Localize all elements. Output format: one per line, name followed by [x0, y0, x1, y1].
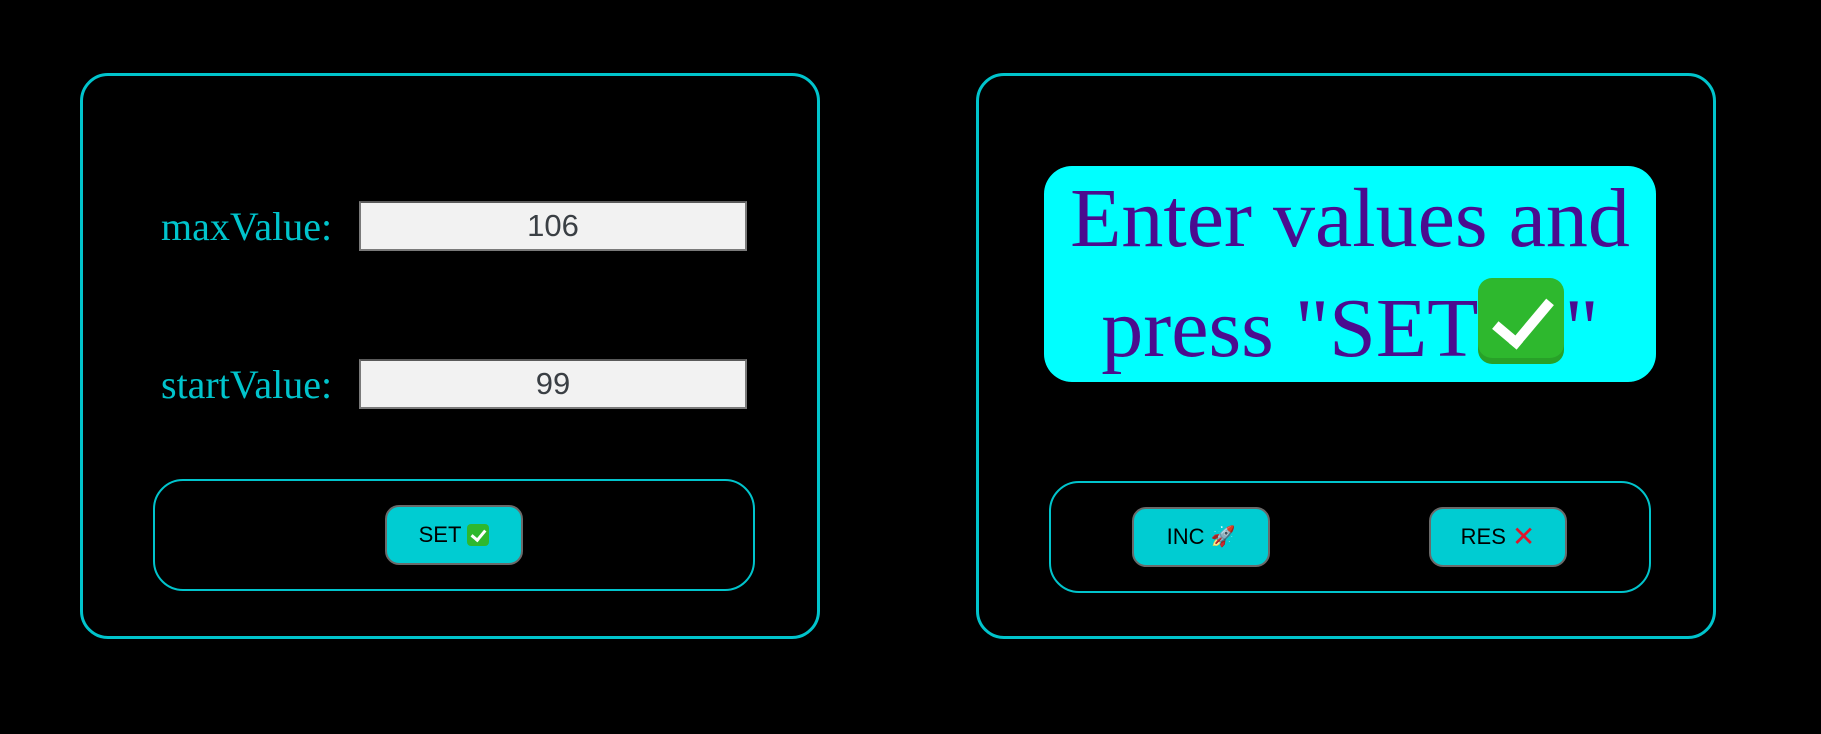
- set-button[interactable]: SET: [385, 505, 523, 565]
- start-value-label: startValue:: [161, 361, 333, 407]
- max-value-label: maxValue:: [161, 203, 333, 249]
- res-button[interactable]: RES ✕: [1429, 507, 1567, 567]
- start-value-row: startValue:: [161, 359, 747, 409]
- start-value-input[interactable]: [359, 359, 747, 409]
- counter-display: Enter values and press "SET ": [1044, 166, 1656, 382]
- inc-button-label: INC: [1166, 524, 1205, 549]
- res-button-label: RES: [1460, 524, 1506, 549]
- check-mark-icon: [1478, 278, 1565, 364]
- counter-message: Enter values and press "SET ": [1070, 164, 1630, 384]
- message-line-2-suffix: ": [1564, 282, 1599, 375]
- set-button-label: SET: [418, 522, 462, 547]
- inc-button[interactable]: INC 🚀: [1132, 507, 1270, 567]
- max-value-row: maxValue:: [161, 201, 747, 251]
- check-mark-icon: [467, 524, 490, 546]
- app-page: maxValue: startValue: SET Enter values a…: [0, 0, 1821, 734]
- message-line-2-prefix: press "SET: [1101, 282, 1479, 375]
- counter-button-bar: INC 🚀 RES ✕: [1049, 481, 1651, 593]
- settings-panel: maxValue: startValue: SET: [80, 73, 820, 639]
- max-value-input[interactable]: [359, 201, 747, 251]
- rocket-icon: 🚀: [1210, 526, 1236, 548]
- settings-button-bar: SET: [153, 479, 755, 591]
- counter-panel: Enter values and press "SET " INC 🚀 RES ✕: [976, 73, 1716, 639]
- cross-mark-icon: ✕: [1511, 521, 1536, 552]
- message-line-1: Enter values and: [1070, 172, 1630, 265]
